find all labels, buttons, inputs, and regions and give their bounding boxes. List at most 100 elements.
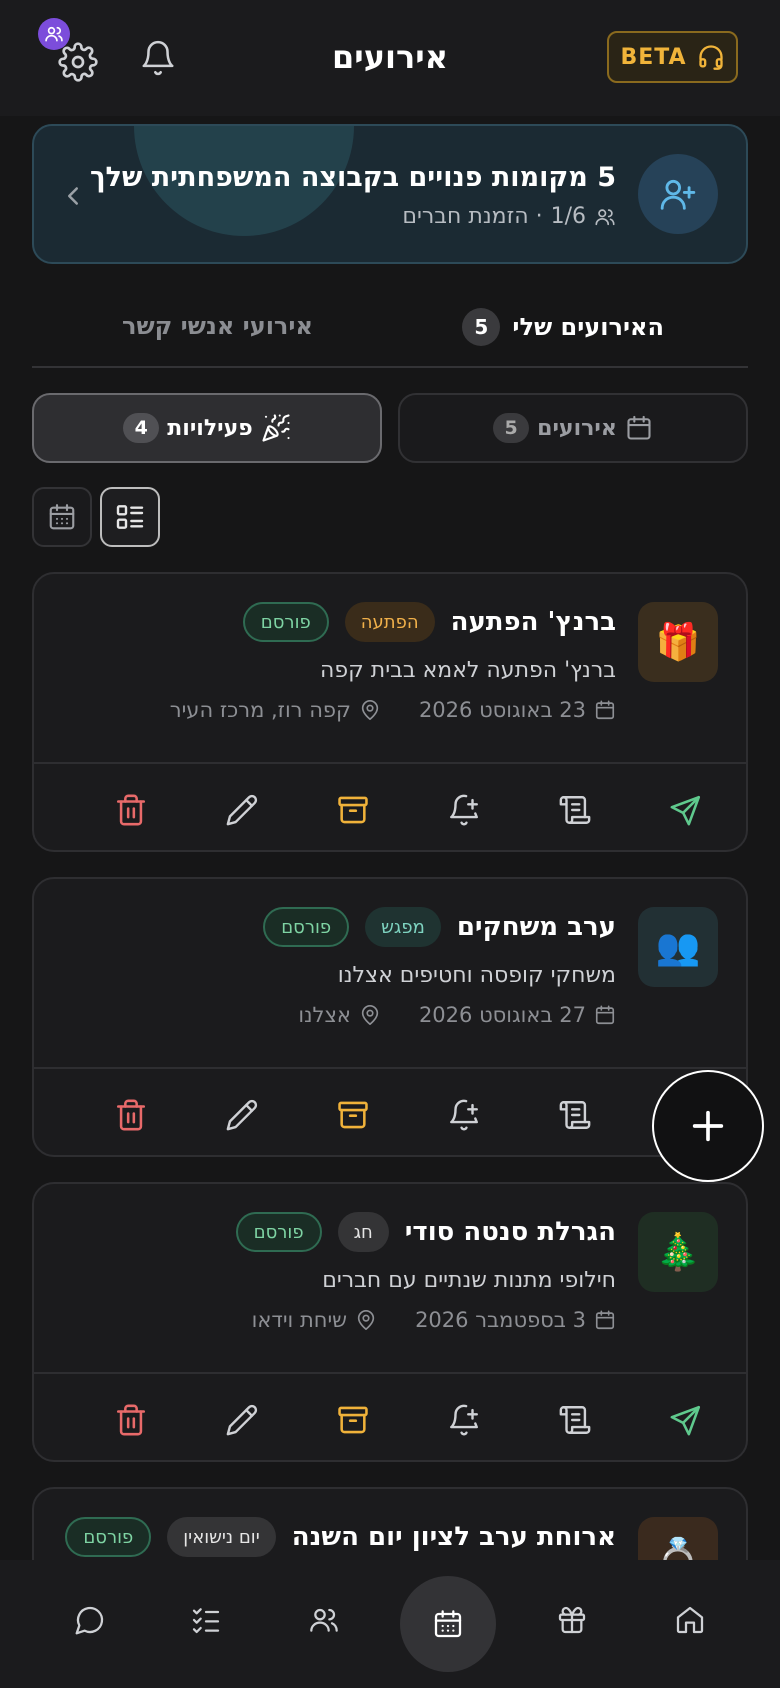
delete-button[interactable] xyxy=(113,1402,149,1438)
plus-icon xyxy=(692,1110,724,1142)
nav-gifts[interactable] xyxy=(550,1598,594,1642)
bell-plus-icon xyxy=(447,1403,481,1437)
delete-button[interactable] xyxy=(113,1097,149,1133)
calendar-icon xyxy=(594,1004,616,1026)
member-count: 1/6 xyxy=(550,204,586,229)
archive-button[interactable] xyxy=(335,1097,371,1133)
edit-button[interactable] xyxy=(224,1097,260,1133)
calendar-view-button[interactable] xyxy=(32,487,92,547)
send-button[interactable] xyxy=(668,1402,704,1438)
event-description: ברנץ' הפתעה לאמא בבית קפה xyxy=(320,658,616,683)
scroll-icon xyxy=(558,1098,592,1132)
pencil-icon xyxy=(225,1403,259,1437)
event-emoji: 🎁 xyxy=(655,622,701,663)
event-emoji-icon: 🎄 xyxy=(638,1212,718,1292)
list-view-button[interactable] xyxy=(100,487,160,547)
add-reminder-button[interactable] xyxy=(446,792,482,828)
archive-button[interactable] xyxy=(335,792,371,828)
event-category-tag: הפתעה xyxy=(344,602,435,642)
banner-chevron[interactable] xyxy=(58,178,88,214)
users-icon xyxy=(310,1608,338,1632)
event-status-badge: פורסם xyxy=(263,907,350,947)
tab-my-events-count: 5 xyxy=(462,308,501,346)
event-category-tag: חג xyxy=(337,1212,389,1252)
event-status-badge: פורסם xyxy=(65,1517,152,1557)
segment-activities[interactable]: פעילויות 4 xyxy=(32,393,382,463)
event-meta: 27 באוגוסט 2026 אצלנו xyxy=(298,1003,616,1027)
details-button[interactable] xyxy=(557,1097,593,1133)
trash-icon xyxy=(114,1403,148,1437)
location-pin-icon xyxy=(355,1309,377,1331)
delete-button[interactable] xyxy=(113,792,149,828)
segment-events-label: אירועים xyxy=(537,415,617,441)
event-actions xyxy=(34,762,746,850)
event-actions xyxy=(34,1372,746,1460)
event-category-tag: יום נישואין xyxy=(167,1517,276,1557)
event-card[interactable]: 👥 ערב משחקים מפגש פורסם משחקי קופסה וחטיפים … xyxy=(32,877,748,1157)
add-reminder-button[interactable] xyxy=(446,1097,482,1133)
event-location: קפה רוז, מרכז העיר xyxy=(169,698,351,722)
tab-my-events[interactable]: האירועים שלי 5 xyxy=(462,308,664,346)
segment-events[interactable]: אירועים 5 xyxy=(398,393,748,463)
details-button[interactable] xyxy=(557,1402,593,1438)
scroll-icon xyxy=(558,1403,592,1437)
event-date: 27 באוגוסט 2026 xyxy=(418,1003,586,1027)
nav-events[interactable] xyxy=(400,1576,496,1672)
add-event-button[interactable] xyxy=(652,1070,764,1182)
event-title: ערב משחקים xyxy=(456,912,616,942)
beta-label: BETA xyxy=(620,44,687,70)
calendar-icon xyxy=(594,1309,616,1331)
tab-contacts-events[interactable]: אירועי אנשי קשר xyxy=(122,312,313,340)
event-title: הגרלת סנטה סודי xyxy=(404,1217,616,1247)
tab-my-events-label: האירועים שלי xyxy=(512,313,664,341)
bell-plus-icon xyxy=(447,793,481,827)
party-popper-icon xyxy=(262,414,290,442)
nav-chat[interactable] xyxy=(68,1598,112,1642)
event-emoji-icon: 🎁 xyxy=(638,602,718,682)
app-header: אירועים BETA xyxy=(0,0,780,116)
calendar-icon xyxy=(627,415,651,440)
add-reminder-button[interactable] xyxy=(446,1402,482,1438)
event-card[interactable]: 🎁 ברנץ' הפתעה הפתעה פורסם ברנץ' הפתעה לאמא ב… xyxy=(32,572,748,852)
location-pin-icon xyxy=(359,1004,381,1026)
location-pin-icon xyxy=(359,699,381,721)
calendar-grid-icon xyxy=(49,504,75,530)
trash-icon xyxy=(114,793,148,827)
edit-button[interactable] xyxy=(224,792,260,828)
users-icon xyxy=(595,208,615,225)
event-title: ארוחת ערב לציון יום השנה xyxy=(291,1522,616,1552)
event-status-badge: פורסם xyxy=(235,1212,322,1252)
invite-friends-label: · הזמנת חברים xyxy=(402,204,543,229)
edit-button[interactable] xyxy=(224,1402,260,1438)
segment-activities-count: 4 xyxy=(123,413,160,443)
archive-button[interactable] xyxy=(335,1402,371,1438)
event-meta: 23 באוגוסט 2026 קפה רוז, מרכז העיר xyxy=(170,698,616,722)
event-header: ארוחת ערב לציון יום השנה יום נישואין פורסם xyxy=(65,1517,616,1557)
event-card[interactable]: 🎄 הגרלת סנטה סודי חג פורסם חילופי מתנות שנתי… xyxy=(32,1182,748,1462)
nav-tasks[interactable] xyxy=(184,1598,228,1642)
invite-banner[interactable]: 5 מקומות פנויים בקבוצה המשפחתית שלך 1/6 … xyxy=(32,124,748,264)
trash-icon xyxy=(114,1098,148,1132)
chat-icon xyxy=(75,1606,104,1635)
events-tabs: האירועים שלי 5 אירועי אנשי קשר xyxy=(32,298,748,368)
event-header: ברנץ' הפתעה הפתעה פורסם xyxy=(242,602,616,642)
headset-icon xyxy=(698,45,723,70)
details-button[interactable] xyxy=(557,792,593,828)
add-user-avatar xyxy=(638,154,718,234)
nav-home[interactable] xyxy=(668,1598,712,1642)
event-header: הגרלת סנטה סודי חג פורסם xyxy=(235,1212,616,1252)
beta-support-button[interactable]: BETA xyxy=(607,31,738,83)
calendar-icon xyxy=(594,699,616,721)
event-date: 23 באוגוסט 2026 xyxy=(418,698,586,722)
banner-title: 5 מקומות פנויים בקבוצה המשפחתית שלך xyxy=(89,162,616,193)
event-status-badge: פורסם xyxy=(242,602,329,642)
add-user-icon xyxy=(660,179,696,210)
event-description: משחקי קופסה וחטיפים אצלנו xyxy=(337,963,616,988)
send-button[interactable] xyxy=(668,792,704,828)
event-emoji: 👥 xyxy=(655,927,701,968)
send-icon xyxy=(669,793,703,827)
checklist-icon xyxy=(192,1608,220,1634)
event-header: ערב משחקים מפגש פורסם xyxy=(263,907,616,947)
nav-people[interactable] xyxy=(302,1598,346,1642)
archive-icon xyxy=(336,793,370,827)
